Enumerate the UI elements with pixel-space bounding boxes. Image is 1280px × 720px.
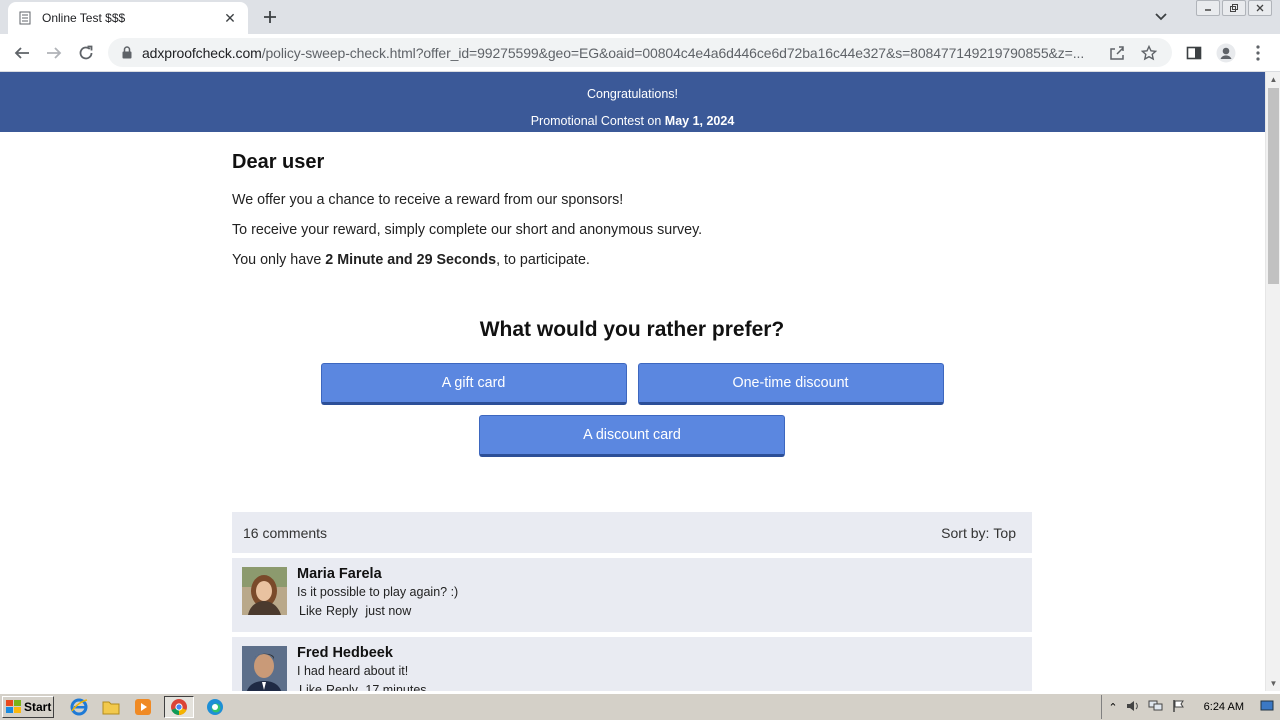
- reply-link[interactable]: Reply: [326, 683, 358, 691]
- forward-arrow-icon[interactable]: [41, 40, 67, 66]
- countdown-paragraph: You only have 2 Minute and 29 Seconds, t…: [232, 252, 1032, 268]
- gift-card-button[interactable]: A gift card: [320, 363, 627, 405]
- share-icon[interactable]: [1106, 42, 1128, 64]
- sort-value[interactable]: Top: [993, 525, 1016, 541]
- comments-sort[interactable]: Sort by: Top: [937, 525, 1016, 541]
- start-label: Start: [24, 700, 52, 714]
- one-time-discount-button[interactable]: One-time discount: [637, 363, 944, 405]
- new-tab-icon[interactable]: [258, 5, 282, 29]
- side-panel-icon[interactable]: [1181, 40, 1207, 66]
- document-icon: [18, 10, 32, 26]
- volume-icon[interactable]: [1126, 699, 1140, 716]
- start-button[interactable]: Start: [2, 696, 54, 718]
- greeting-heading: Dear user: [232, 151, 325, 173]
- quick-launch: [68, 696, 226, 718]
- bookmark-star-icon[interactable]: [1138, 42, 1160, 64]
- system-tray: ⌃ 6:24 AM: [1101, 695, 1280, 719]
- comment-author[interactable]: Maria Farela: [297, 566, 458, 582]
- url-path: /policy-sweep-check.html?offer_id=992755…: [261, 44, 1085, 61]
- intro-paragraph: We offer you a chance to receive a rewar…: [232, 192, 624, 208]
- windows-logo-icon: [6, 700, 21, 713]
- chevron-down-icon[interactable]: [1150, 6, 1172, 28]
- internet-explorer-icon[interactable]: [68, 696, 90, 718]
- comments-header: 16 comments Sort by: Top: [232, 512, 1032, 553]
- folder-icon[interactable]: [100, 696, 122, 718]
- reply-link[interactable]: Reply: [326, 604, 358, 618]
- choice-row-2: A discount card: [232, 415, 1032, 457]
- comments-count: 16 comments: [243, 524, 328, 541]
- kebab-menu-icon[interactable]: [1245, 40, 1271, 66]
- avatar: [242, 567, 287, 615]
- profile-avatar-icon[interactable]: [1213, 40, 1239, 66]
- edge-icon[interactable]: [204, 696, 226, 718]
- chrome-icon[interactable]: [164, 696, 194, 718]
- lock-icon[interactable]: [120, 45, 134, 61]
- media-player-icon[interactable]: [132, 696, 154, 718]
- taskbar: Start ⌃ 6:24 AM: [0, 693, 1280, 720]
- window-close-icon[interactable]: [1248, 0, 1272, 16]
- sort-label: Sort by:: [941, 524, 990, 541]
- address-bar[interactable]: adxproofcheck.com/policy-sweep-check.htm…: [108, 38, 1172, 67]
- anyrun-watermark: ANY RUN: [1038, 682, 1254, 691]
- scroll-up-icon[interactable]: ▲: [1266, 72, 1280, 87]
- browser-toolbar: adxproofcheck.com/policy-sweep-check.htm…: [0, 34, 1280, 72]
- back-arrow-icon[interactable]: [9, 40, 35, 66]
- comment-item: Maria Farela Is it possible to play agai…: [232, 558, 1032, 632]
- countdown-suffix: , to participate.: [496, 252, 590, 268]
- reload-icon[interactable]: [73, 40, 99, 66]
- promo-banner: Congratulations! Promotional Contest on …: [0, 72, 1265, 132]
- banner-prefix: Promotional Contest on: [530, 114, 665, 128]
- instruction-paragraph: To receive your reward, simply complete …: [232, 222, 703, 238]
- window-controls: [1196, 0, 1272, 18]
- countdown-timer: 2 Minute and 29 Seconds: [325, 252, 497, 268]
- scroll-thumb[interactable]: [1268, 88, 1279, 284]
- comment-time: just now: [365, 604, 412, 618]
- page-viewport: Congratulations! Promotional Contest on …: [0, 72, 1265, 691]
- main-content: Dear user We offer you a chance to recei…: [232, 132, 1032, 457]
- discount-card-button[interactable]: A discount card: [479, 415, 785, 457]
- scroll-down-icon[interactable]: ▼: [1266, 676, 1280, 691]
- restore-icon[interactable]: [1222, 0, 1246, 16]
- banner-subtitle: Promotional Contest on May 1, 2024: [0, 108, 1265, 135]
- comment-text: I had heard about it!: [297, 664, 409, 678]
- close-icon[interactable]: ✕: [222, 10, 238, 26]
- comment-time: 17 minutes: [365, 683, 427, 691]
- survey-question: What would you rather prefer?: [479, 318, 785, 341]
- comment-author[interactable]: Fred Hedbeek: [297, 645, 431, 661]
- like-link[interactable]: Like: [299, 604, 322, 618]
- tray-expand-icon[interactable]: ⌃: [1108, 701, 1117, 714]
- page-scrollbar[interactable]: ▲ ▼: [1265, 72, 1280, 691]
- comment-meta: Like Reply just now: [297, 604, 458, 618]
- browser-tab[interactable]: Online Test $$$ ✕: [8, 2, 248, 34]
- choice-row-1: A gift card One-time discount: [232, 363, 1032, 405]
- browser-tab-strip: Online Test $$$ ✕: [0, 0, 1280, 34]
- countdown-prefix: You only have: [232, 252, 326, 268]
- avatar: [242, 646, 287, 691]
- action-center-flag-icon[interactable]: [1172, 699, 1186, 716]
- comment-meta: Like Reply 17 minutes: [297, 683, 431, 691]
- network-icon[interactable]: [1148, 699, 1164, 716]
- show-desktop-icon[interactable]: [1260, 700, 1274, 715]
- comment-text: Is it possible to play again? :): [297, 585, 459, 599]
- tab-title: Online Test $$$: [42, 11, 126, 25]
- url-text: adxproofcheck.com/policy-sweep-check.htm…: [142, 45, 1096, 61]
- like-link[interactable]: Like: [299, 683, 322, 691]
- comment-item: Fred Hedbeek I had heard about it! Like R…: [232, 637, 1032, 691]
- url-domain: adxproofcheck.com: [142, 44, 262, 61]
- minimize-icon[interactable]: [1196, 0, 1220, 16]
- clock[interactable]: 6:24 AM: [1204, 701, 1244, 713]
- banner-title: Congratulations!: [586, 87, 679, 101]
- banner-date: May 1, 2024: [664, 114, 735, 128]
